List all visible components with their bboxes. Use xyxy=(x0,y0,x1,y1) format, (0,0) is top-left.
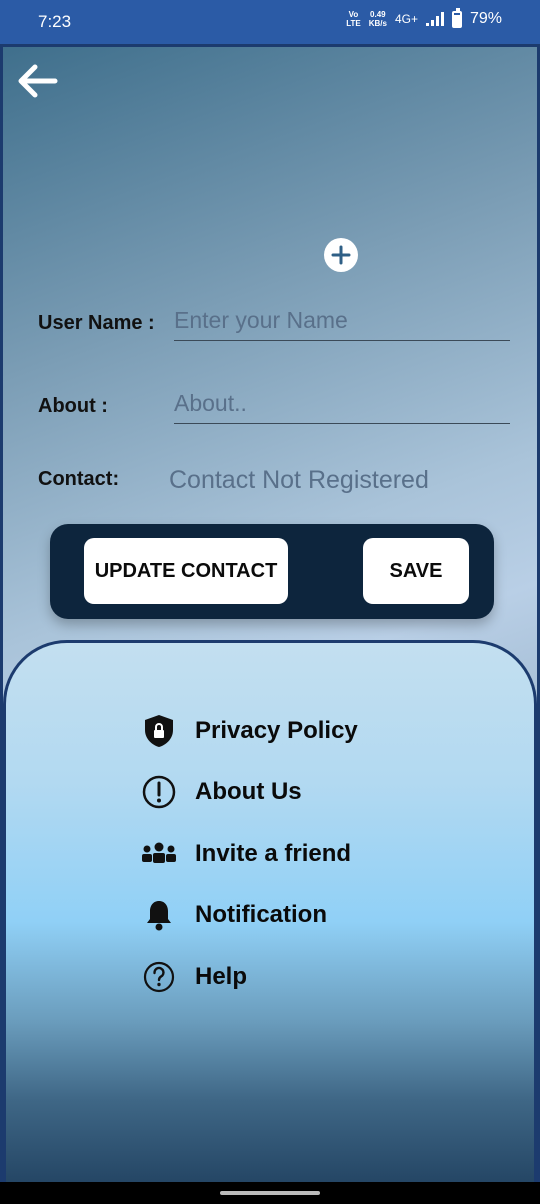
volte-top-text: Vo xyxy=(348,10,359,19)
help-icon xyxy=(139,957,179,997)
username-label: User Name : xyxy=(38,312,155,334)
menu-item-invite-friend[interactable]: Invite a friend xyxy=(139,832,351,876)
update-contact-button[interactable]: UPDATE CONTACT xyxy=(84,538,288,604)
menu-label-notification: Notification xyxy=(195,901,327,928)
add-photo-button[interactable] xyxy=(324,238,358,272)
home-indicator[interactable] xyxy=(220,1191,320,1195)
info-exclamation-icon xyxy=(139,772,179,812)
menu-panel: Privacy Policy About Us Invite a friend … xyxy=(3,640,537,1182)
about-label: About : xyxy=(38,395,108,417)
menu-label-about-us: About Us xyxy=(195,778,302,805)
menu-label-privacy-policy: Privacy Policy xyxy=(195,717,358,744)
back-arrow-icon[interactable] xyxy=(15,61,59,101)
contact-value: Contact Not Registered xyxy=(169,466,429,494)
network-speed: 0.49 KB/s xyxy=(369,10,387,28)
network-speed-value: 0.49 xyxy=(370,10,386,19)
menu-item-help[interactable]: Help xyxy=(139,955,247,999)
status-time: 7:23 xyxy=(38,12,72,31)
shield-lock-icon xyxy=(139,711,179,751)
menu-label-invite-friend: Invite a friend xyxy=(195,840,352,867)
network-speed-unit: KB/s xyxy=(368,19,387,28)
menu-item-notification[interactable]: Notification xyxy=(139,893,327,937)
profile-screen: User Name : About : Contact: Contact Not… xyxy=(0,44,540,1182)
volte-indicator: Vo LTE xyxy=(346,10,361,28)
battery-icon xyxy=(451,7,462,28)
battery-percentage: 79% xyxy=(469,10,502,27)
plus-icon xyxy=(331,245,351,265)
bell-icon xyxy=(139,895,179,935)
network-type: 4G+ xyxy=(394,12,418,26)
action-bar: UPDATE CONTACT SAVE xyxy=(50,524,494,619)
menu-item-about-us[interactable]: About Us xyxy=(139,770,302,814)
volte-bottom-text: LTE xyxy=(346,19,361,28)
menu-item-privacy-policy[interactable]: Privacy Policy xyxy=(139,709,358,753)
about-input[interactable] xyxy=(174,390,510,424)
group-icon xyxy=(139,834,179,874)
contact-label: Contact: xyxy=(38,468,120,490)
save-button[interactable]: SAVE xyxy=(363,538,469,604)
menu-label-help: Help xyxy=(195,963,248,990)
status-bar: 7:23 Vo LTE 0.49 KB/s 4G+ 79% xyxy=(0,0,540,44)
username-input[interactable] xyxy=(174,307,510,341)
system-nav-bar xyxy=(0,1182,540,1204)
signal-icon xyxy=(425,12,444,26)
status-icons: Vo LTE 0.49 KB/s 4G+ 79% xyxy=(346,7,502,28)
